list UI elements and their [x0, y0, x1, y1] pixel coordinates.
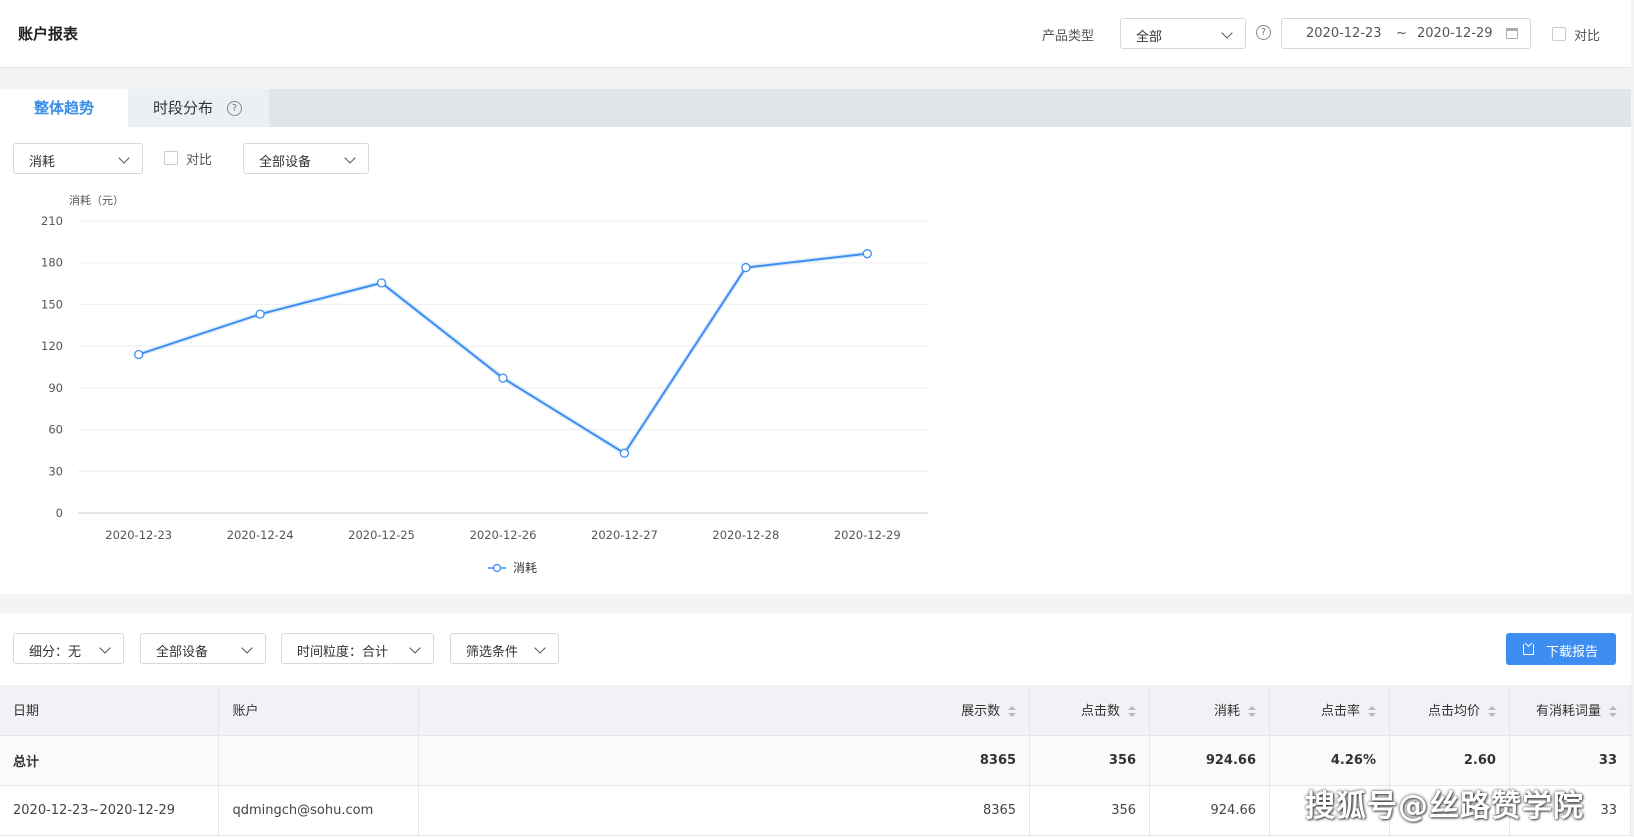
- data-point: [134, 349, 144, 360]
- breakdown-value: 细分：无: [29, 645, 82, 660]
- column-label: 消耗: [1214, 704, 1241, 720]
- table-cell: 2.60: [1389, 735, 1510, 786]
- trend-panel: 整体趋势 时段分布 ? 消耗 对比 全部设备 消耗（元） 0 30 60 90 120 15…: [0, 89, 1631, 594]
- chevron-down-icon: [534, 642, 546, 654]
- download-report-label: 下载报告: [1546, 645, 1599, 660]
- y-tick-label: 180: [41, 256, 63, 270]
- product-type-value: 全部: [1136, 30, 1163, 45]
- table-device-value: 全部设备: [156, 645, 209, 660]
- granularity-select[interactable]: 时间粒度：合计: [281, 633, 434, 664]
- column-label: 点击数: [1081, 704, 1121, 720]
- table-device-select[interactable]: 全部设备: [140, 633, 266, 664]
- y-tick-label: 120: [41, 339, 63, 353]
- report-header: 账户报表 产品类型 全部 ? 2020-12-23 ~ 2020-12-29 对…: [0, 0, 1631, 68]
- sort-icon[interactable]: [1248, 705, 1257, 718]
- column-header-account: 账户: [218, 685, 420, 736]
- y-tick-label: 60: [48, 423, 63, 437]
- date-separator: ~: [1396, 26, 1407, 41]
- x-tick-label: 2020-12-26: [470, 528, 537, 542]
- data-point: [741, 262, 751, 273]
- table-cell: 356: [1029, 785, 1151, 836]
- data-point: [498, 373, 508, 383]
- date-range-picker[interactable]: 2020-12-23 ~ 2020-12-29: [1281, 18, 1531, 49]
- download-report-button[interactable]: 下载报告: [1506, 633, 1616, 665]
- column-label: 有消耗词量: [1535, 704, 1601, 720]
- table-cell: qdmingch@sohu.com: [218, 785, 420, 836]
- download-icon: [1523, 644, 1534, 655]
- table-cell: 924.66: [1149, 735, 1271, 786]
- x-tick-label: 2020-12-24: [227, 528, 294, 542]
- column-label: 点击率: [1320, 704, 1360, 720]
- table-cell: [218, 735, 420, 786]
- column-header-keywords[interactable]: 有消耗词量: [1509, 685, 1632, 736]
- x-tick-label: 2020-12-28: [712, 528, 779, 542]
- column-header-ctr[interactable]: 点击率: [1269, 685, 1390, 736]
- table-cell: 4.26%: [1269, 735, 1390, 786]
- y-tick-label: 210: [41, 214, 63, 228]
- column-header-clicks[interactable]: 点击数: [1029, 685, 1151, 736]
- column-header-date: 日期: [0, 685, 220, 736]
- table-cell: 总计: [0, 735, 220, 786]
- sort-icon[interactable]: [1128, 705, 1137, 718]
- date-start: 2020-12-23: [1306, 26, 1382, 41]
- filter-select[interactable]: 筛选条件: [450, 633, 559, 664]
- watermark-text: 搜狐号@丝路赞学院: [1305, 789, 1584, 824]
- table-total-row: 总计 8365 356 924.66 4.26% 2.60 33: [0, 735, 1632, 786]
- data-point: [255, 309, 265, 319]
- data-point: [376, 278, 387, 288]
- x-tick-label: 2020-12-25: [348, 528, 415, 542]
- sort-icon[interactable]: [1487, 705, 1496, 718]
- product-type-select[interactable]: 全部: [1120, 18, 1246, 49]
- table-cell: 356: [1029, 735, 1151, 786]
- y-axis-label: 消耗（元）: [69, 193, 124, 207]
- series-line: [138, 252, 868, 455]
- sort-icon[interactable]: [1008, 705, 1017, 718]
- line-chart: 消耗（元） 0 30 60 90 120 150 180 210 2020-12-23 2020-1…: [41, 193, 928, 575]
- chevron-down-icon: [99, 642, 111, 654]
- y-tick-label: 0: [56, 506, 63, 520]
- series-line-shadow: [137, 251, 868, 457]
- data-point: [862, 249, 872, 259]
- data-point: [619, 448, 630, 458]
- date-end: 2020-12-29: [1417, 26, 1493, 41]
- y-tick-label: 30: [48, 464, 63, 478]
- x-tick-label: 2020-12-29: [834, 528, 901, 542]
- y-tick-label: 90: [48, 381, 63, 395]
- x-tick-label: 2020-12-27: [591, 528, 658, 542]
- product-type-label: 产品类型: [1042, 29, 1095, 44]
- table-cell: 2020-12-23~2020-12-29: [0, 785, 220, 836]
- header-compare-checkbox[interactable]: [1552, 27, 1566, 41]
- chevron-down-icon: [409, 642, 421, 654]
- sort-icon[interactable]: [1367, 705, 1376, 718]
- filter-value: 筛选条件: [466, 645, 519, 660]
- legend-label: 消耗: [513, 561, 537, 575]
- table-cell: 924.66: [1149, 785, 1271, 836]
- table-cell: 8365: [418, 785, 1031, 836]
- legend-marker: [492, 563, 502, 573]
- page-title: 账户报表: [18, 25, 79, 43]
- column-header-impressions[interactable]: 展示数: [418, 685, 1031, 736]
- granularity-value: 时间粒度：合计: [297, 645, 389, 660]
- x-tick-label: 2020-12-23: [105, 528, 172, 542]
- table-header-row: 日期 账户 展示数 点击数 消耗 点击率 点击均价 有消耗词量: [0, 685, 1632, 736]
- column-label: 点击均价: [1427, 704, 1480, 720]
- header-compare-label: 对比: [1574, 29, 1601, 44]
- column-header-cost[interactable]: 消耗: [1149, 685, 1271, 736]
- table-cell: 33: [1509, 735, 1632, 786]
- table-cell: 8365: [418, 735, 1031, 786]
- column-header-cpc[interactable]: 点击均价: [1389, 685, 1510, 736]
- chevron-down-icon: [1221, 27, 1233, 39]
- chevron-down-icon: [241, 642, 253, 654]
- help-icon[interactable]: ?: [1256, 25, 1271, 40]
- breakdown-select[interactable]: 细分：无: [13, 633, 124, 664]
- column-label: 展示数: [961, 704, 1001, 720]
- y-tick-label: 150: [41, 297, 63, 311]
- sort-icon[interactable]: [1609, 705, 1617, 718]
- calendar-icon: [1506, 28, 1518, 39]
